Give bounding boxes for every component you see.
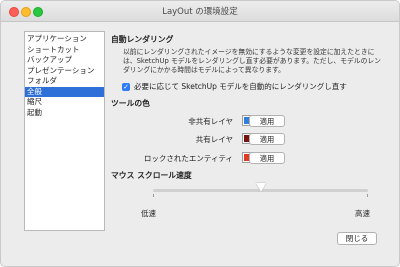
scroll-speed-max-label: 高速 — [355, 209, 370, 218]
tool-colors-heading: ツールの色 — [111, 99, 150, 108]
shared-layer-label: 共有レイヤ — [195, 135, 233, 144]
locked-entity-apply-button[interactable]: 適用 — [249, 152, 285, 164]
sidebar-item-backup[interactable]: バックアップ — [25, 55, 104, 66]
close-button[interactable]: 閉じる — [337, 232, 377, 245]
sidebar-item-application[interactable]: アプリケーション — [25, 34, 104, 45]
unshared-layer-label: 非共有レイヤ — [188, 117, 233, 126]
scroll-speed-heading: マウス スクロール速度 — [111, 171, 192, 180]
sidebar-item-folders[interactable]: フォルダ — [25, 76, 104, 87]
sidebar-item-startup[interactable]: 起動 — [25, 108, 104, 119]
auto-render-checkbox-label: 必要に応じて SketchUp モデルを自動的にレンダリングし直す — [134, 82, 347, 91]
slider-tick-max — [367, 194, 368, 197]
sidebar-item-presentation[interactable]: プレゼンテーション — [25, 66, 104, 77]
sidebar-item-scale[interactable]: 縮尺 — [25, 97, 104, 108]
auto-render-description: 以前にレンダリングされたイメージを無効にするような変更を設定に加えたときには、S… — [123, 48, 381, 74]
auto-render-checkbox-row[interactable]: ✓ 必要に応じて SketchUp モデルを自動的にレンダリングし直す — [122, 81, 347, 92]
preferences-window: LayOut の環境設定 アプリケーション ショートカット バックアップ プレゼ… — [0, 0, 400, 267]
slider-tick-min — [153, 194, 154, 197]
locked-entity-label: ロックされたエンティティ — [143, 154, 233, 163]
scroll-speed-min-label: 低速 — [141, 209, 156, 218]
auto-render-heading: 自動レンダリング — [111, 35, 174, 44]
preferences-sidebar: アプリケーション ショートカット バックアップ プレゼンテーション フォルダ 全… — [24, 31, 105, 231]
unshared-layer-apply-button[interactable]: 適用 — [249, 115, 285, 127]
sidebar-item-general[interactable]: 全般 — [25, 86, 104, 97]
scroll-speed-slider-knob[interactable] — [255, 183, 266, 192]
sidebar-item-shortcuts[interactable]: ショートカット — [25, 45, 104, 56]
shared-layer-apply-button[interactable]: 適用 — [249, 133, 285, 145]
window-title: LayOut の環境設定 — [162, 7, 238, 17]
title-bar: LayOut の環境設定 — [1, 1, 399, 22]
auto-render-checkbox[interactable]: ✓ — [122, 82, 130, 91]
